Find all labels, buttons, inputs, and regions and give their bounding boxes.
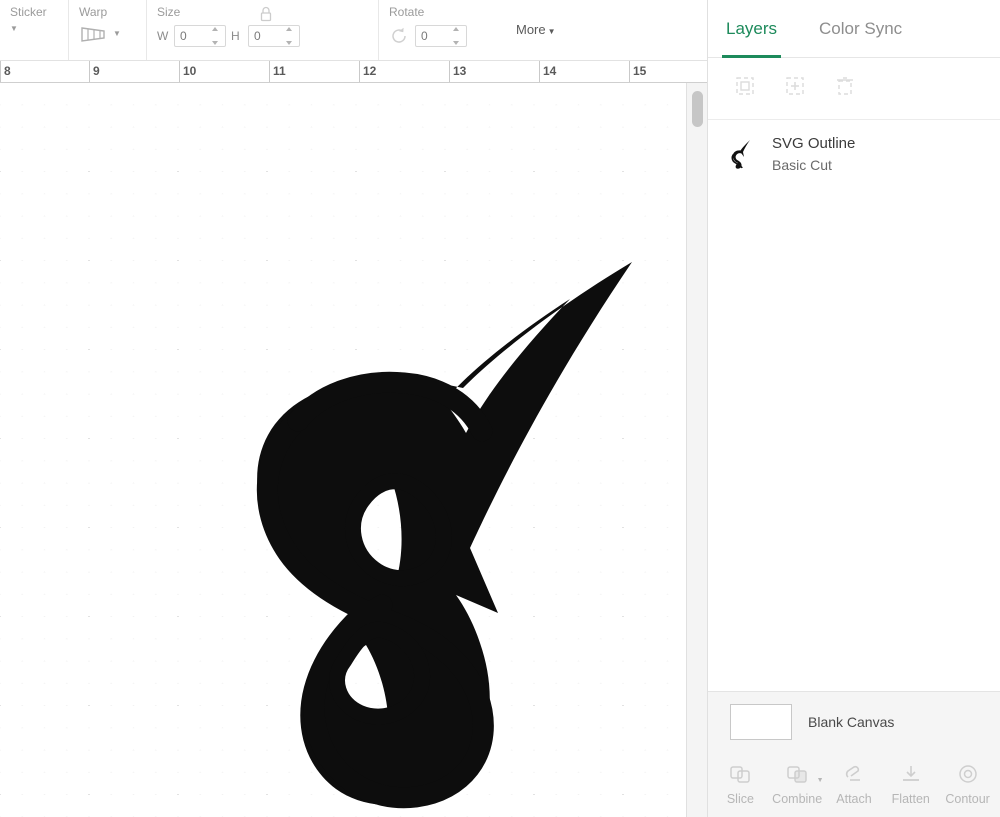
slice-label: Slice: [726, 791, 754, 806]
tab-color-sync[interactable]: Color Sync: [819, 0, 902, 58]
panel-tabs: Layers Color Sync: [708, 0, 1000, 58]
tab-layers[interactable]: Layers: [721, 0, 782, 58]
combine-icon: [785, 763, 809, 788]
width-value: 0: [180, 29, 187, 43]
rotate-value: 0: [421, 29, 428, 43]
ruler-label: 14: [543, 64, 557, 78]
ruler-label: 9: [93, 64, 100, 78]
warp-label: Warp: [79, 5, 108, 19]
delete-icon[interactable]: [834, 75, 856, 102]
width-label: W: [157, 29, 169, 43]
scrollbar-thumb[interactable]: [692, 91, 703, 127]
tab-color-sync-label: Color Sync: [819, 18, 903, 38]
height-label: H: [231, 29, 240, 43]
layer-thumbnail: [724, 135, 760, 171]
rotate-input[interactable]: 0: [415, 25, 467, 47]
more-button[interactable]: More ▼: [516, 22, 556, 37]
tool-group-rotate: Rotate 0: [378, 0, 500, 60]
more-label: More: [516, 22, 546, 37]
layer-item-svg-outline[interactable]: SVG Outline Basic Cut: [708, 120, 1000, 186]
flatten-label: Flatten: [891, 791, 930, 806]
contour-label: Contour: [945, 791, 990, 806]
combine-label: Combine: [772, 791, 823, 806]
slice-button[interactable]: Slice: [712, 763, 769, 806]
tab-layers-label: Layers: [726, 18, 778, 38]
width-input[interactable]: 0: [174, 25, 226, 47]
ruler-label: 8: [4, 64, 11, 78]
ruler-label: 15: [633, 64, 647, 78]
attach-button[interactable]: Attach: [826, 763, 883, 806]
sticker-label: Sticker: [10, 5, 47, 19]
chevron-down-icon[interactable]: ▼: [113, 30, 121, 38]
contour-button[interactable]: Contour: [939, 763, 996, 806]
ruler-label: 13: [453, 64, 467, 78]
blank-canvas-label: Blank Canvas: [808, 713, 895, 730]
layer-title: SVG Outline: [772, 135, 856, 152]
tool-group-sticker[interactable]: Sticker ▼: [0, 0, 68, 60]
width-stepper[interactable]: [212, 27, 223, 45]
rotate-icon[interactable]: [389, 26, 409, 46]
chevron-down-icon[interactable]: ▼: [10, 25, 18, 33]
ruler-label: 11: [273, 64, 286, 78]
ruler-label: 12: [363, 64, 377, 78]
lock-icon[interactable]: [259, 5, 273, 23]
canvas-viewport[interactable]: [0, 83, 707, 817]
rotate-label: Rotate: [389, 5, 425, 19]
design-canvas[interactable]: [0, 83, 686, 817]
edit-toolbar: Sticker ▼ Warp ▼ Size W 0 H 0 Rotate 0 M…: [0, 0, 707, 61]
layer-tools-bar: Slice ▼ Combine Attach Flatten Contour: [708, 751, 1000, 817]
canvas-color-swatch[interactable]: [730, 703, 792, 740]
height-input[interactable]: 0: [248, 25, 300, 47]
contour-icon: [956, 763, 980, 788]
flatten-icon: [899, 763, 923, 788]
cricut-design-space-window: Sticker ▼ Warp ▼ Size W 0 H 0 Rotate 0 M…: [0, 0, 1000, 817]
horizontal-ruler: 8 9 10 11 12 13 14 15: [0, 61, 707, 83]
canvas-area: Sticker ▼ Warp ▼ Size W 0 H 0 Rotate 0 M…: [0, 0, 707, 817]
blank-canvas-row[interactable]: Blank Canvas: [708, 691, 1000, 751]
ruler-label: 10: [183, 64, 197, 78]
chevron-down-icon: ▼: [547, 27, 556, 36]
layer-subtitle: Basic Cut: [772, 156, 832, 173]
attach-label: Attach: [836, 791, 872, 806]
svg-outline-artwork[interactable]: [0, 83, 686, 817]
flatten-button[interactable]: Flatten: [882, 763, 939, 806]
group-icon[interactable]: [734, 75, 756, 102]
duplicate-icon[interactable]: [784, 75, 806, 102]
layer-text-block: SVG Outline Basic Cut: [772, 132, 855, 174]
layer-action-bar: [708, 58, 1000, 120]
height-stepper[interactable]: [286, 27, 297, 45]
slice-icon: [728, 763, 752, 788]
chevron-down-icon[interactable]: ▼: [817, 777, 824, 784]
canvas-vertical-scrollbar[interactable]: [686, 83, 707, 817]
height-value: 0: [254, 29, 261, 43]
tool-group-warp[interactable]: Warp ▼: [68, 0, 146, 60]
warp-icon[interactable]: [79, 25, 107, 43]
combine-button[interactable]: ▼ Combine: [769, 763, 826, 806]
tool-group-size: Size W 0 H 0: [146, 0, 378, 60]
right-panel: Layers Color Sync SVG Outline Basic Cut …: [707, 0, 1000, 817]
swan-glyph-icon: [731, 139, 750, 169]
attach-icon: [842, 763, 866, 788]
rotate-stepper[interactable]: [453, 27, 464, 45]
